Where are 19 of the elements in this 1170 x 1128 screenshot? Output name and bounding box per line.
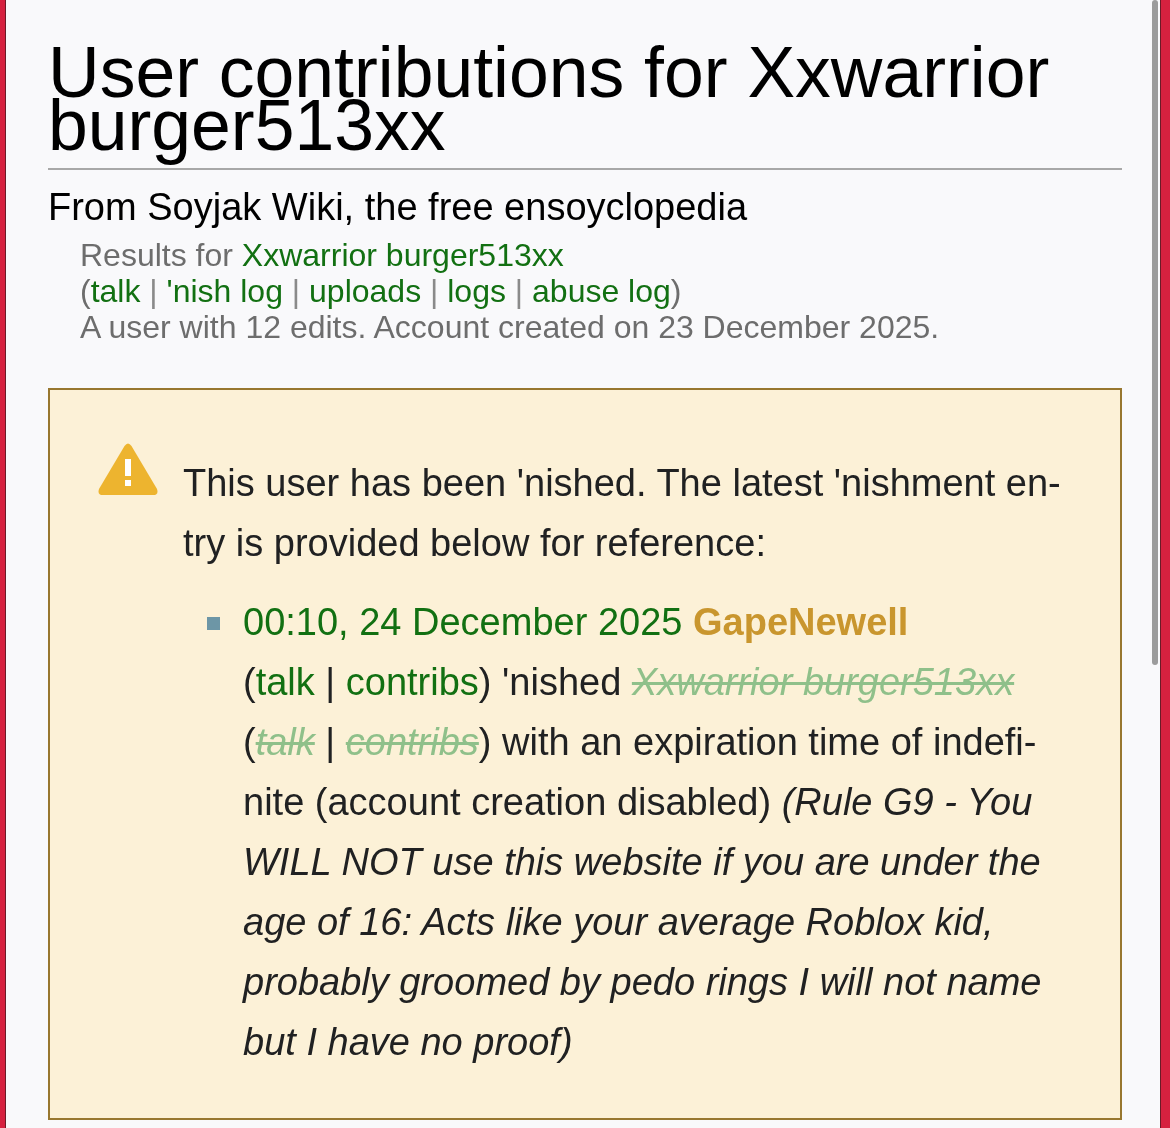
site-tagline: From Soyjak Wiki, the free ensoyclopedia (48, 185, 749, 229)
wiki-link[interactable]: 00:10, 24 December 2025 (243, 601, 683, 643)
wiki-link[interactable]: uploads (309, 273, 422, 309)
wiki-link[interactable]: talk (255, 661, 315, 703)
wiki-link[interactable]: Xxwarrior burger513xx (241, 237, 564, 273)
wiki-link[interactable]: 'nish log (166, 273, 283, 309)
warning-icon (98, 443, 158, 495)
user-tool-links: (talk | 'nish log | uploads | logs | abuse log) (80, 273, 683, 309)
wiki-link[interactable]: logs (447, 273, 506, 309)
results-heading: Results for Xxwarrior burger513xx (80, 237, 565, 273)
wiki-link[interactable]: talk (90, 273, 141, 309)
block-log-entry: 00:10, 24 December 2025 GapeNewell (talk | contribs) 'nished Xxwarrior burger513xx (talk | contribs) with an expiration time of indefi-nite (account creation disabled) (Rule G9 - You WILL NOT use this website if you are under the age of 16: Acts like your average Roblox kid, probably groomed by pedo rings I will not name but I have no proof) (243, 600, 1043, 1065)
scrollbar-thumb[interactable] (1152, 0, 1158, 665)
page-title: User contributions for Xxwarrior burger513xx (48, 46, 1122, 170)
notice-message: This user has been 'nished. The latest 'nishment en-try is provided below for reference: (183, 461, 1062, 566)
wiki-link[interactable]: abuse log (532, 273, 671, 309)
account-summary: A user with 12 edits. Account created on 23 December 2025. (80, 309, 941, 345)
wiki-link[interactable]: contribs (345, 661, 479, 703)
list-bullet-icon (207, 617, 220, 630)
